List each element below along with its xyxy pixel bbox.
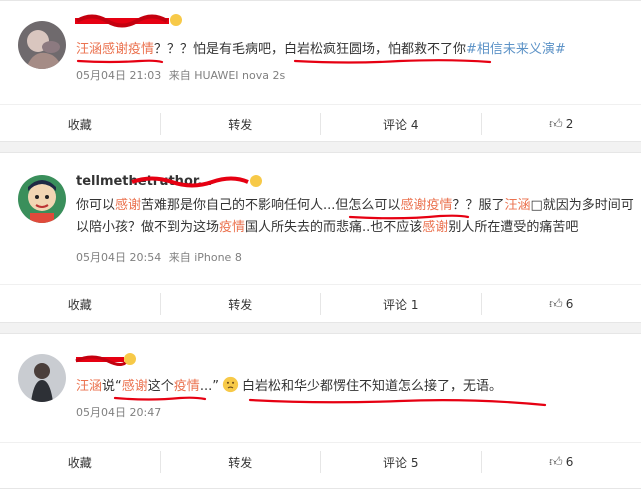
highlight-keyword: 感谢 — [422, 220, 449, 235]
comment-date[interactable]: 05月04日 20:54 — [76, 251, 161, 264]
comment-source: 来自 iPhone 8 — [168, 251, 242, 264]
repost-button[interactable]: 转发 — [161, 451, 321, 473]
comment-button[interactable]: 评论 5 — [321, 451, 482, 473]
like-button[interactable]: 👍︎ 2 — [482, 113, 641, 135]
avatar[interactable] — [18, 175, 66, 223]
action-bar: 收藏 转发 评论 1 👍︎ 6 — [0, 284, 641, 323]
repost-label: 转发 — [228, 455, 253, 470]
comment-meta: 05月04日 21:03 来自 HUAWEI nova 2s — [76, 67, 289, 83]
collect-button[interactable]: 收藏 — [0, 451, 161, 473]
text-segment: 国人所失去的而悲痛..也不应该 — [245, 220, 423, 235]
comment-date[interactable]: 05月04日 20:47 — [76, 406, 161, 419]
comment-label: 评论 4 — [383, 117, 419, 132]
like-count: 6 — [565, 297, 574, 311]
comment-card-1: 汪涵感谢疫情？？？怕是有毛病吧，白岩松疯狂圆场，怕都救不了你#相信未来义演# 0… — [0, 0, 641, 142]
highlight-keyword: 疫情 — [173, 379, 200, 394]
highlight-keyword: 汪涵 — [504, 198, 531, 213]
text-segment: 说“ — [102, 379, 122, 394]
action-bar: 收藏 转发 评论 4 👍︎ 2 — [0, 104, 641, 143]
highlight-keyword: 感谢疫情 — [400, 198, 453, 213]
redacted-username-scribble — [72, 171, 272, 197]
like-count: 2 — [565, 117, 574, 131]
like-count: 6 — [565, 455, 574, 469]
comment-meta: 05月04日 20:47 — [76, 404, 165, 420]
comment-label: 评论 5 — [383, 455, 419, 470]
comment-text: 你可以感谢苦难那是你自己的不影响任何人...但怎么可以感谢疫情？？服了汪涵□就因… — [76, 195, 635, 239]
text-segment: 苦难那是你自己的不影响任何人...但怎么可以 — [141, 198, 401, 213]
thinking-face-emoji-icon — [222, 376, 239, 393]
highlight-keyword: 汪涵 — [76, 379, 103, 394]
repost-label: 转发 — [228, 297, 253, 312]
text-segment: 你可以 — [76, 198, 116, 213]
redacted-username — [72, 348, 152, 374]
text-segment: ？？？怕是有毛病吧，白岩松疯狂圆场，怕都救不了你 — [154, 42, 467, 57]
collect-label: 收藏 — [67, 117, 92, 132]
weibo-comment-feed: 汪涵感谢疫情？？？怕是有毛病吧，白岩松疯狂圆场，怕都救不了你#相信未来义演# 0… — [0, 0, 641, 489]
comment-button[interactable]: 评论 1 — [321, 293, 482, 315]
thumbs-up-icon: 👍︎ — [549, 454, 563, 470]
highlight-keyword: 汪涵感谢疫情 — [76, 42, 155, 57]
avatar[interactable] — [18, 21, 66, 69]
thumbs-up-icon: 👍︎ — [549, 116, 563, 132]
thumbs-up-icon: 👍︎ — [549, 296, 563, 312]
comment-meta: 05月04日 20:54 来自 iPhone 8 — [76, 249, 246, 265]
avatar[interactable] — [18, 354, 66, 402]
repost-button[interactable]: 转发 — [161, 293, 321, 315]
highlight-keyword: 疫情 — [219, 220, 246, 235]
text-segment: 白岩松和华少都愣住不知道怎么接了，无语。 — [241, 379, 502, 394]
comment-card-3: 汪涵说“感谢这个疫情...” 白岩松和华少都愣住不知道怎么接了，无语。 05月04… — [0, 333, 641, 489]
comment-card-2: tellmethetruthor... 你可以感谢苦难那是你自己的不影响任何人.… — [0, 152, 641, 323]
highlight-keyword: 感谢 — [121, 379, 148, 394]
comment-text: 汪涵说“感谢这个疫情...” 白岩松和华少都愣住不知道怎么接了，无语。 — [76, 376, 635, 398]
text-segment: 别人所在遭受的痛苦吧 — [448, 220, 579, 235]
like-button[interactable]: 👍︎ 6 — [482, 293, 641, 315]
highlight-keyword: 感谢 — [115, 198, 142, 213]
comment-source: 来自 HUAWEI nova 2s — [168, 69, 286, 82]
comment-label: 评论 1 — [383, 297, 419, 312]
repost-button[interactable]: 转发 — [161, 113, 321, 135]
comment-text: 汪涵感谢疫情？？？怕是有毛病吧，白岩松疯狂圆场，怕都救不了你#相信未来义演# — [76, 39, 635, 61]
hashtag-link[interactable]: #相信未来义演# — [466, 42, 566, 57]
redacted-username — [72, 9, 192, 35]
comment-date[interactable]: 05月04日 21:03 — [76, 69, 161, 82]
text-segment: ？？服了 — [452, 198, 505, 213]
comment-button[interactable]: 评论 4 — [321, 113, 482, 135]
repost-label: 转发 — [228, 117, 253, 132]
text-segment: 这个 — [147, 379, 174, 394]
collect-label: 收藏 — [67, 455, 92, 470]
collect-label: 收藏 — [67, 297, 92, 312]
like-button[interactable]: 👍︎ 6 — [482, 451, 641, 473]
collect-button[interactable]: 收藏 — [0, 293, 161, 315]
action-bar: 收藏 转发 评论 5 👍︎ 6 — [0, 442, 641, 481]
collect-button[interactable]: 收藏 — [0, 113, 161, 135]
text-segment: ...” — [199, 379, 219, 394]
